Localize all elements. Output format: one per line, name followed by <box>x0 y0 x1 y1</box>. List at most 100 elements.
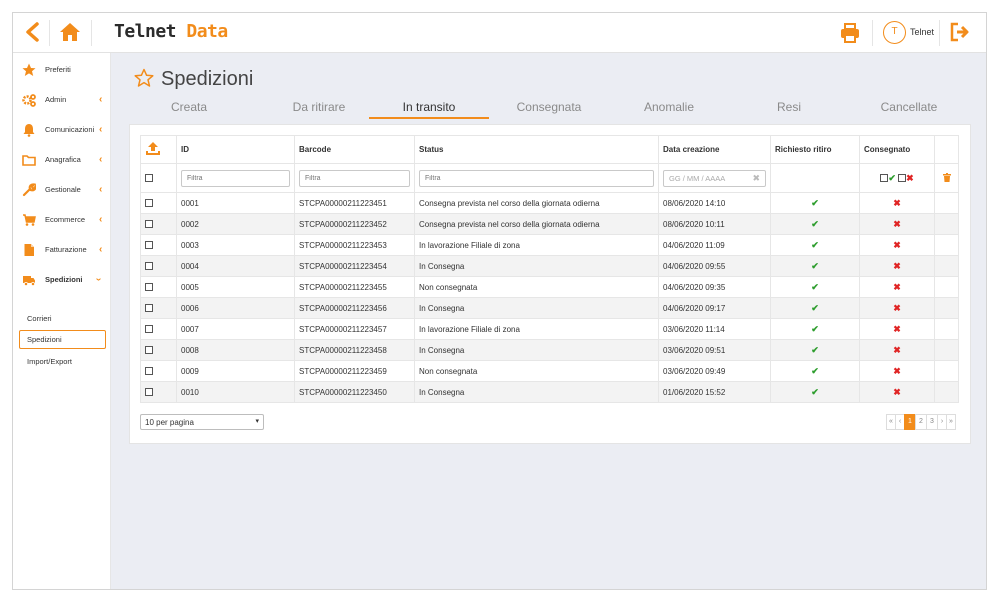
tab-consegnata[interactable]: Consegnata <box>499 100 599 120</box>
document-icon <box>24 244 34 256</box>
home-icon[interactable] <box>59 21 81 43</box>
back-icon[interactable] <box>22 21 44 43</box>
row-select-cell <box>140 255 177 277</box>
avatar[interactable]: T <box>883 21 906 44</box>
sidebar-item-spedizioni[interactable]: Spedizioni ‹ <box>13 270 111 292</box>
row-select-cell <box>140 234 177 256</box>
sidebar-item-label: Preferiti <box>45 65 71 74</box>
tab-da-ritirare[interactable]: Da ritirare <box>269 100 369 120</box>
actions-cell <box>934 234 959 256</box>
row-checkbox[interactable] <box>145 283 153 292</box>
cross-icon: ✖ <box>893 365 901 376</box>
column-header-id[interactable]: ID <box>176 135 295 164</box>
per-page-select[interactable]: 10 per pagina ▾ <box>140 414 264 430</box>
tab-anomalie[interactable]: Anomalie <box>619 100 719 120</box>
actions-cell <box>934 276 959 298</box>
table-row[interactable]: 0010 STCPA00000211223450 In Consegna 01/06/… <box>140 381 959 403</box>
row-date: 08/06/2020 14:10 <box>663 198 726 208</box>
check-icon: ✔ <box>811 197 819 208</box>
chevron-left-icon: ‹ <box>99 124 103 135</box>
tab-cancellate[interactable]: Cancellate <box>859 100 959 120</box>
sidebar-item-fatturazione[interactable]: Fatturazione ‹ <box>13 240 111 262</box>
filter-consegnato-no-checkbox[interactable] <box>898 174 907 183</box>
status-cell: Consegna prevista nel corso della giorna… <box>414 192 659 214</box>
filter-status-input[interactable] <box>419 169 654 187</box>
tab-creata[interactable]: Creata <box>149 100 229 120</box>
row-id: 0007 <box>181 324 199 334</box>
logout-icon[interactable] <box>950 22 970 42</box>
user-name[interactable]: Telnet <box>910 27 934 37</box>
sidebar-subitem-spedizioni[interactable]: Spedizioni <box>19 330 106 349</box>
ritiro-cell: ✔ <box>770 360 860 382</box>
table-row[interactable]: 0001 STCPA00000211223451 Consegna prevista… <box>140 192 959 214</box>
filter-date-input[interactable]: GG / MM / AAAA ✖ <box>663 169 766 187</box>
row-barcode: STCPA00000211223451 <box>299 198 387 208</box>
last-page-button[interactable]: » <box>946 414 956 430</box>
column-header-barcode[interactable]: Barcode <box>294 135 415 164</box>
row-checkbox[interactable] <box>145 199 153 208</box>
divider <box>49 20 50 46</box>
row-date: 03/06/2020 11:14 <box>663 324 725 334</box>
row-checkbox[interactable] <box>145 325 153 334</box>
row-checkbox[interactable] <box>145 367 153 376</box>
table-row[interactable]: 0006 STCPA00000211223456 In Consegna 04/06/… <box>140 297 959 319</box>
upload-icon[interactable] <box>145 141 161 157</box>
row-checkbox[interactable] <box>145 262 153 271</box>
table-row[interactable]: 0003 STCPA00000211223453 In lavorazione Fi… <box>140 234 959 256</box>
trash-icon[interactable] <box>942 172 951 182</box>
favorite-star-icon[interactable] <box>134 68 154 88</box>
consegnato-cell: ✖ <box>859 255 935 277</box>
status-cell: In Consegna <box>414 381 659 403</box>
print-icon[interactable] <box>839 22 861 44</box>
check-icon: ✔ <box>811 386 819 397</box>
row-checkbox[interactable] <box>145 346 153 355</box>
filter-id-input[interactable] <box>181 169 290 187</box>
shipments-table: ID Barcode Status Data creazione Richies… <box>140 135 959 403</box>
check-icon: ✔ <box>811 218 819 229</box>
table-row[interactable]: 0004 STCPA00000211223454 In Consegna 04/06/… <box>140 255 959 277</box>
row-select-cell <box>140 213 177 235</box>
row-checkbox[interactable] <box>145 220 153 229</box>
table-row[interactable]: 0002 STCPA00000211223452 Consegna prevista… <box>140 213 959 235</box>
clear-icon[interactable]: ✖ <box>752 173 760 184</box>
sidebar-item-gestionale[interactable]: Gestionale ‹ <box>13 180 111 202</box>
row-barcode: STCPA00000211223457 <box>299 324 387 334</box>
table-row[interactable]: 0005 STCPA00000211223455 Non consegnata 04/… <box>140 276 959 298</box>
check-icon: ✔ <box>811 365 819 376</box>
row-barcode: STCPA00000211223450 <box>299 387 387 397</box>
id-cell: 0008 <box>176 339 295 361</box>
row-select-cell <box>140 381 177 403</box>
sidebar-subitem-corrieri[interactable]: Corrieri <box>27 314 52 323</box>
table-row[interactable]: 0008 STCPA00000211223458 In Consegna 03/06/… <box>140 339 959 361</box>
star-icon <box>22 63 36 76</box>
row-checkbox[interactable] <box>145 304 153 313</box>
select-all-checkbox[interactable] <box>145 174 153 183</box>
active-tab-indicator <box>369 117 489 119</box>
row-checkbox[interactable] <box>145 241 153 250</box>
sidebar-item-admin[interactable]: Admin ‹ <box>13 90 111 112</box>
column-header-ritiro[interactable]: Richiesto ritiro <box>770 135 860 164</box>
app-logo[interactable]: Telnet Data <box>114 21 228 42</box>
chevron-left-icon: ‹ <box>99 214 103 225</box>
table-row[interactable]: 0009 STCPA00000211223459 Non consegnata 03/… <box>140 360 959 382</box>
column-header-date[interactable]: Data creazione <box>658 135 771 164</box>
row-checkbox[interactable] <box>145 388 153 397</box>
sidebar-item-preferiti[interactable]: Preferiti <box>13 60 111 82</box>
date-cell: 04/06/2020 09:55 <box>658 255 771 277</box>
tab-resi[interactable]: Resi <box>739 100 839 120</box>
consegnato-cell: ✖ <box>859 318 935 340</box>
column-header-status[interactable]: Status <box>414 135 659 164</box>
sidebar-item-anagrafica[interactable]: Anagrafica ‹ <box>13 150 111 172</box>
cross-icon: ✖ <box>893 323 901 334</box>
sidebar-item-ecommerce[interactable]: Ecommerce ‹ <box>13 210 111 232</box>
status-cell: In lavorazione Filiale di zona <box>414 318 659 340</box>
barcode-cell: STCPA00000211223450 <box>294 381 415 403</box>
filter-barcode-input[interactable] <box>299 169 410 187</box>
sidebar-item-comunicazioni[interactable]: Comunicazioni ‹ <box>13 120 111 142</box>
row-status: In Consegna <box>419 345 465 355</box>
column-header-consegnato[interactable]: Consegnato <box>859 135 935 164</box>
row-select-cell <box>140 339 177 361</box>
status-cell: In Consegna <box>414 297 659 319</box>
table-row[interactable]: 0007 STCPA00000211223457 In lavorazione Fi… <box>140 318 959 340</box>
sidebar-subitem-import-export[interactable]: Import/Export <box>27 357 72 366</box>
